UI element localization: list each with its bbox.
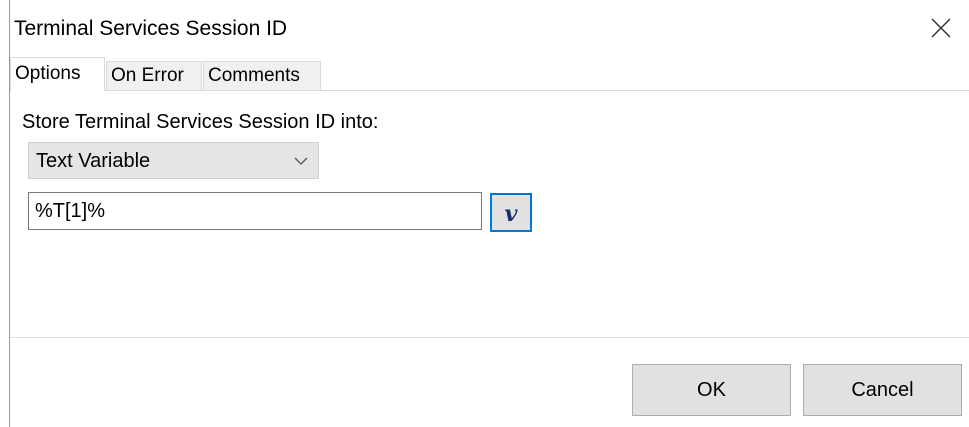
close-icon <box>931 18 951 38</box>
close-button[interactable] <box>922 10 960 46</box>
footer-divider <box>10 337 969 338</box>
tab-comments[interactable]: Comments <box>203 61 321 90</box>
chevron-down-icon <box>294 157 308 165</box>
tab-options[interactable]: Options <box>10 57 105 91</box>
tab-divider <box>10 90 969 91</box>
variable-type-select[interactable]: Text Variable <box>28 142 319 179</box>
title-bar: Terminal Services Session ID <box>10 0 969 56</box>
store-into-label: Store Terminal Services Session ID into: <box>22 111 379 133</box>
variable-name-input[interactable] <box>28 192 482 230</box>
tab-strip: Options On Error Comments <box>10 56 969 92</box>
dialog-window: Terminal Services Session ID Options On … <box>0 0 969 427</box>
variable-picker-button[interactable]: v <box>490 193 532 232</box>
ok-button[interactable]: OK <box>632 364 791 416</box>
window-title: Terminal Services Session ID <box>14 17 288 40</box>
cancel-button[interactable]: Cancel <box>803 364 962 416</box>
variable-icon: v <box>504 200 518 227</box>
variable-type-value: Text Variable <box>36 150 151 172</box>
tab-on-error[interactable]: On Error <box>106 61 202 90</box>
